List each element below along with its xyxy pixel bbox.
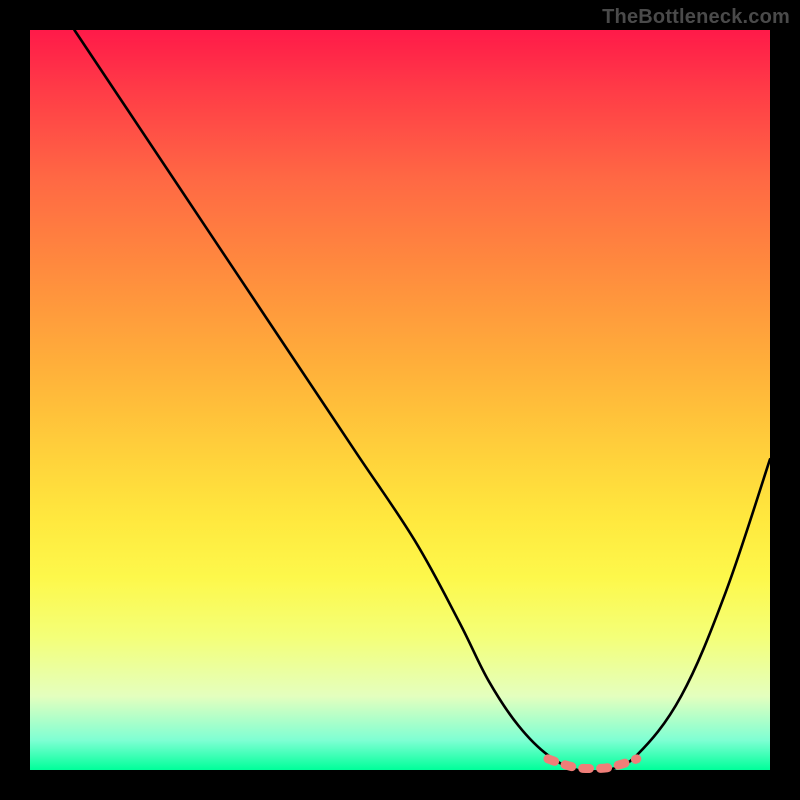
plot-area <box>30 30 770 770</box>
watermark-text: TheBottleneck.com <box>602 6 790 29</box>
curve-svg <box>30 30 770 770</box>
optimal-range-marker-path <box>548 759 637 769</box>
chart-frame: TheBottleneck.com <box>0 0 800 800</box>
bottleneck-curve-path <box>74 30 770 772</box>
